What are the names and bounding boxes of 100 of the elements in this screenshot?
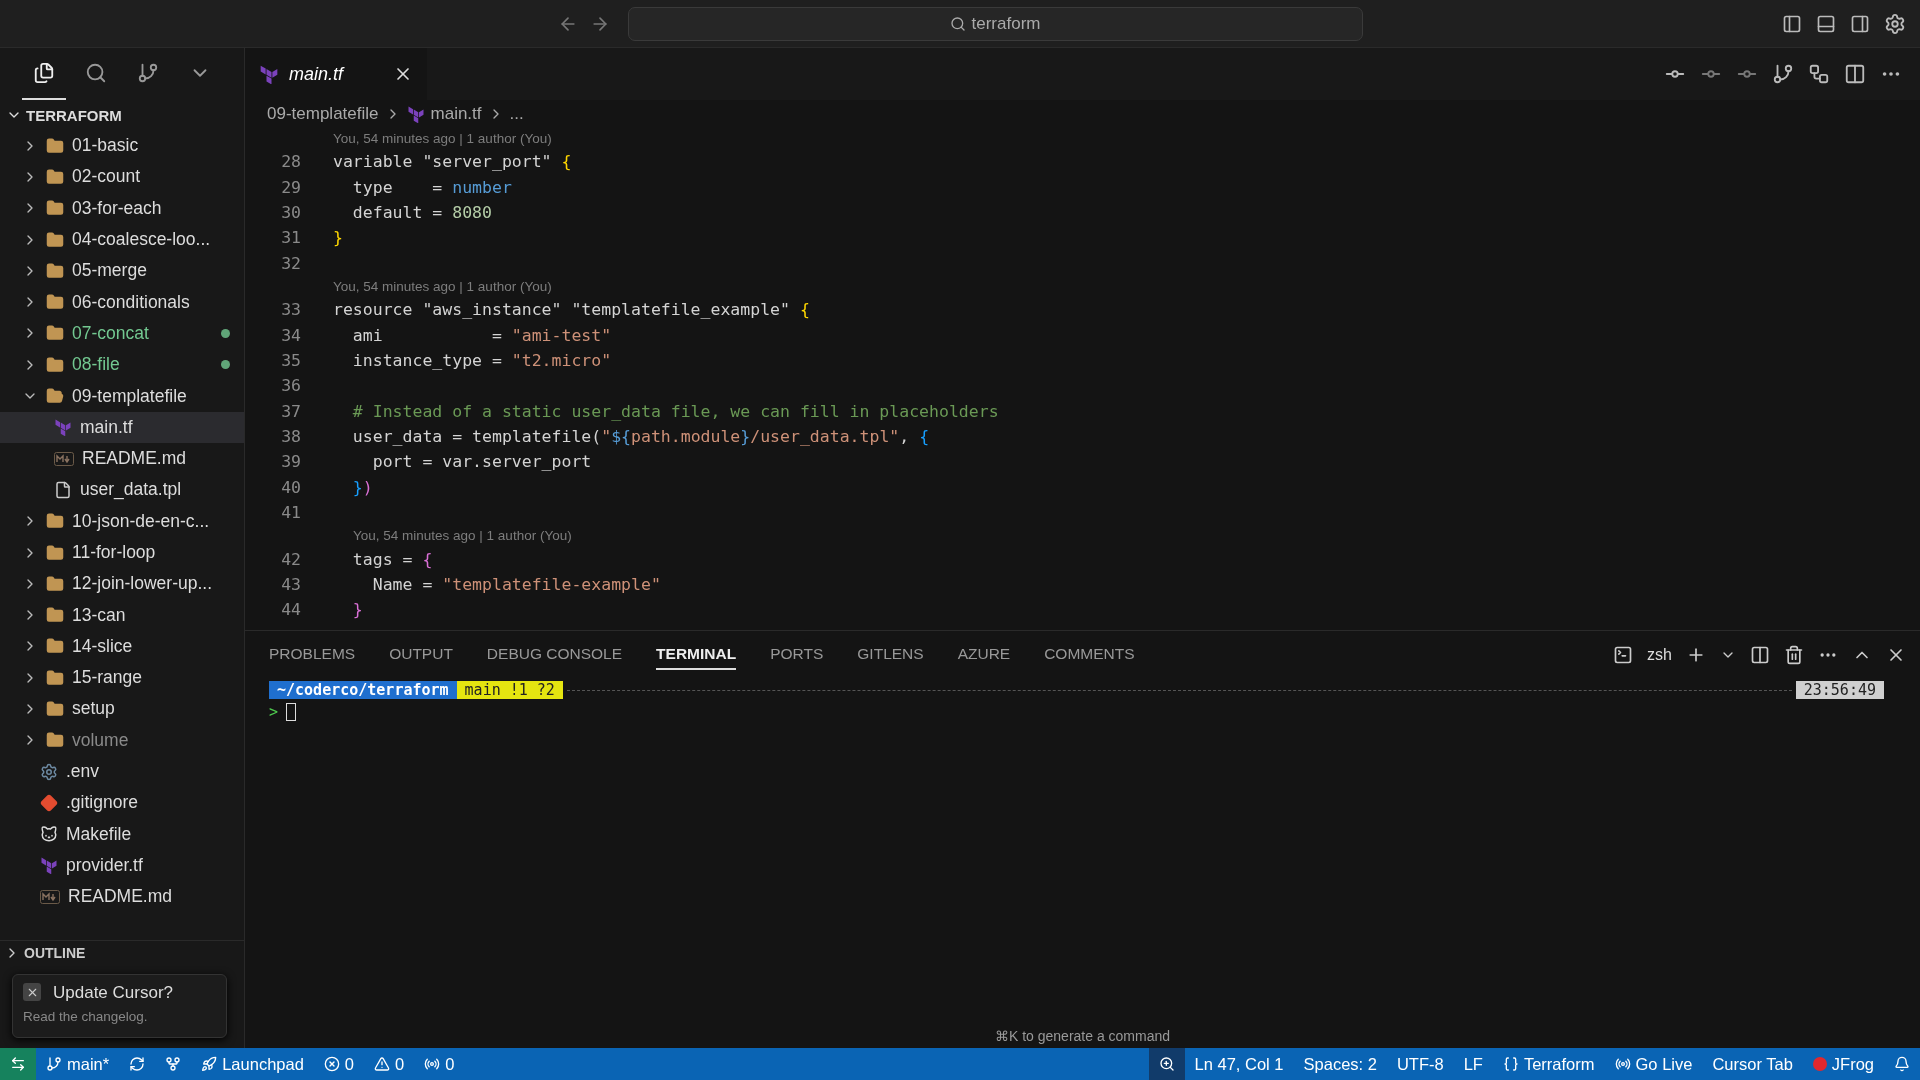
terminal-icon[interactable] bbox=[1613, 645, 1634, 665]
source-control-icon bbox=[137, 62, 159, 84]
tree-item[interactable]: 12-join-lower-up... bbox=[0, 568, 244, 600]
files-icon bbox=[33, 62, 55, 84]
panel-right-icon[interactable] bbox=[1850, 14, 1870, 34]
tree-item[interactable]: 15-range bbox=[0, 662, 244, 694]
tree-item[interactable]: main.tf bbox=[0, 411, 244, 443]
panel-tab[interactable]: AZURE bbox=[957, 640, 1011, 670]
tree-item[interactable]: provider.tf bbox=[0, 849, 244, 882]
status-item[interactable]: 0 bbox=[414, 1048, 465, 1080]
panel-tab[interactable]: PROBLEMS bbox=[269, 640, 356, 670]
ports-icon bbox=[424, 1056, 441, 1072]
folder-icon bbox=[46, 637, 64, 656]
tree-item[interactable]: 13-can bbox=[0, 599, 244, 631]
prompt-branch: main !1 ?2 bbox=[456, 681, 563, 699]
code-line: instance_type = "t2.micro" bbox=[351, 350, 612, 370]
panel-tab[interactable]: COMMENTS bbox=[1044, 640, 1135, 670]
code-line: } bbox=[333, 228, 343, 248]
panel-tab[interactable]: PORTS bbox=[770, 640, 824, 670]
tree-item[interactable]: 02-count bbox=[0, 161, 244, 193]
tree-item[interactable]: 07-concat bbox=[0, 317, 244, 350]
tree-item[interactable]: 14-slice bbox=[0, 630, 244, 663]
status-item[interactable]: Spaces: 2 bbox=[1293, 1048, 1387, 1080]
status-item[interactable]: 0 bbox=[364, 1048, 415, 1080]
code-line: } bbox=[351, 600, 363, 620]
status-item[interactable]: main* bbox=[36, 1048, 120, 1080]
status-item[interactable]: JFrog bbox=[1802, 1048, 1884, 1080]
status-item[interactable]: UTF-8 bbox=[1386, 1048, 1454, 1080]
folder-icon bbox=[46, 574, 64, 593]
panel-tab[interactable]: GITLENS bbox=[857, 640, 924, 670]
line-number: 38 bbox=[280, 427, 301, 447]
status-item[interactable] bbox=[1148, 1048, 1185, 1080]
tree-item[interactable]: 03-for-each bbox=[0, 192, 244, 224]
tree-item[interactable]: README.md bbox=[0, 881, 244, 913]
tree-item[interactable]: setup bbox=[0, 693, 244, 725]
panel-tab[interactable]: OUTPUT bbox=[389, 640, 453, 670]
breadcrumb-item[interactable]: 09-templatefile bbox=[267, 104, 379, 124]
line-number: 31 bbox=[280, 228, 301, 248]
panel-tab[interactable]: TERMINAL bbox=[656, 640, 737, 670]
settings-icon[interactable] bbox=[1884, 13, 1906, 35]
status-item[interactable]: Terraform bbox=[1492, 1048, 1605, 1080]
line-number: 28 bbox=[280, 152, 301, 172]
tree-item[interactable]: 08-file bbox=[0, 349, 244, 381]
tree-item[interactable]: .gitignore bbox=[0, 787, 244, 819]
panel-tab[interactable]: DEBUG CONSOLE bbox=[486, 640, 623, 670]
tree-item[interactable]: README.md bbox=[0, 442, 244, 475]
code-line: }) bbox=[351, 477, 373, 497]
status-item[interactable]: Cursor Tab bbox=[1702, 1048, 1803, 1080]
tree-item[interactable]: 09-templatefile bbox=[0, 380, 244, 412]
gear-icon bbox=[40, 762, 58, 781]
code-line: ami = "ami-test" bbox=[351, 325, 612, 345]
command-search-field[interactable]: terraform bbox=[627, 6, 1363, 41]
line-number: 39 bbox=[280, 452, 301, 472]
warning-icon bbox=[374, 1056, 391, 1072]
terraform-icon bbox=[40, 856, 58, 875]
folder-icon bbox=[46, 230, 64, 249]
section-header[interactable]: OUTLINE bbox=[0, 940, 244, 964]
line-number: 30 bbox=[280, 202, 301, 222]
status-item[interactable]: Go Live bbox=[1604, 1048, 1703, 1080]
close-button[interactable] bbox=[23, 983, 41, 1001]
graph-icon bbox=[165, 1056, 182, 1072]
tree-item[interactable]: 10-json-de-en-c... bbox=[0, 505, 244, 537]
line-number: 36 bbox=[280, 376, 301, 396]
status-item[interactable]: Ln 47, Col 1 bbox=[1184, 1048, 1294, 1080]
line-number: 37 bbox=[280, 401, 301, 421]
breadcrumb-item[interactable]: ... bbox=[509, 104, 524, 124]
breadcrumb-item[interactable]: main.tf bbox=[430, 104, 482, 124]
line-number: 34 bbox=[280, 325, 301, 345]
status-item[interactable]: Launchpad bbox=[191, 1048, 314, 1080]
prompt-symbol: > bbox=[269, 703, 279, 721]
trash-icon[interactable] bbox=[1784, 645, 1804, 665]
status-item[interactable]: 0 bbox=[313, 1048, 365, 1080]
tree-item[interactable]: .env bbox=[0, 755, 244, 788]
tree-item[interactable]: 04-coalesce-loo... bbox=[0, 223, 244, 256]
panel-left-icon[interactable] bbox=[1782, 14, 1802, 34]
tree-item[interactable]: Makefile bbox=[0, 818, 244, 850]
tree-item[interactable]: 01-basic bbox=[0, 130, 244, 162]
branch-icon bbox=[46, 1056, 62, 1072]
tree-item[interactable]: volume bbox=[0, 724, 244, 756]
search-icon bbox=[85, 62, 107, 84]
split-editor-icon[interactable] bbox=[1844, 63, 1866, 85]
tree-item[interactable]: 05-merge bbox=[0, 255, 244, 287]
code-line: Name = "templatefile-example" bbox=[371, 575, 661, 595]
status-item[interactable]: LF bbox=[1453, 1048, 1493, 1080]
split-terminal-icon[interactable] bbox=[1750, 645, 1770, 665]
remote-button[interactable] bbox=[0, 1048, 36, 1080]
tree-item[interactable]: 06-conditionals bbox=[0, 286, 244, 318]
code-line: port = var.server_port bbox=[371, 452, 592, 472]
notification-text: Read the changelog. bbox=[23, 1009, 149, 1024]
shell-name[interactable]: zsh bbox=[1647, 646, 1672, 664]
terraform-icon bbox=[406, 105, 425, 123]
git-icon bbox=[40, 793, 58, 812]
error-icon bbox=[323, 1056, 340, 1072]
panel-bottom-icon[interactable] bbox=[1816, 14, 1836, 34]
tree-item[interactable]: user_data.tpl bbox=[0, 474, 244, 506]
tree-item[interactable]: 11-for-loop bbox=[0, 536, 244, 569]
workflow-icon[interactable] bbox=[1808, 63, 1830, 85]
editor-tab[interactable]: main.tf bbox=[245, 48, 427, 100]
explorer-header[interactable]: TERRAFORM bbox=[0, 100, 244, 130]
line-number: 42 bbox=[280, 549, 301, 569]
